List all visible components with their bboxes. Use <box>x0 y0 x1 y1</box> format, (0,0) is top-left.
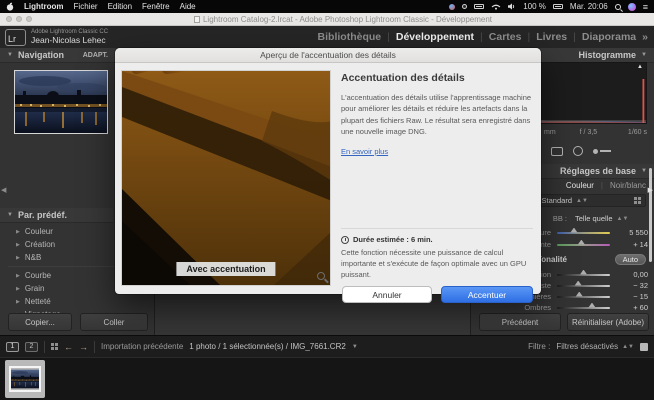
crop-tool-icon[interactable] <box>551 147 563 156</box>
auto-tone-button[interactable]: Auto <box>615 254 646 265</box>
paste-button[interactable]: Coller <box>80 313 148 331</box>
menu-fichier[interactable]: Fichier <box>74 2 98 11</box>
panel-scrollbar[interactable] <box>649 168 652 262</box>
grid-view-icon[interactable] <box>51 343 58 350</box>
menu-app-name[interactable]: Lightroom <box>24 2 64 11</box>
left-panel-collapse-icon[interactable]: ◀ <box>1 186 6 194</box>
identity-plate: Lr Adobe Lightroom Classic CC Jean-Nicol… <box>0 26 654 48</box>
enhance-details-dialog: Aperçu de l'accentuation des détails <box>115 48 541 294</box>
selection-info[interactable]: 1 photo / 1 sélectionnée(s) / IMG_7661.C… <box>189 342 346 351</box>
gpu-note: Cette fonction nécessite une puissance d… <box>341 248 533 281</box>
masking-tool-icon[interactable] <box>593 147 611 155</box>
lightroom-app-window: Lightroom Fichier Edition Fenêtre Aide 1… <box>0 0 654 400</box>
volume-icon[interactable] <box>508 3 516 10</box>
notification-center-icon[interactable]: ≡ <box>643 2 648 12</box>
tab-couleur[interactable]: Couleur <box>566 181 594 190</box>
presets-header[interactable]: ▼ Par. prédéf. <box>0 208 113 223</box>
menu-aide[interactable]: Aide <box>180 2 196 11</box>
status-app-icon[interactable] <box>449 4 455 10</box>
right-panel-collapse-icon[interactable]: ▶ <box>648 186 653 194</box>
selection-dropdown-icon[interactable]: ▼ <box>352 344 358 350</box>
preset-nettete[interactable]: ▶Netteté <box>0 295 154 308</box>
slider-thumb[interactable] <box>588 303 595 308</box>
learn-more-link[interactable]: En savoir plus <box>341 147 388 156</box>
filmstrip-toolbar: 1 2 ← → Importation précédente 1 photo /… <box>0 335 654 357</box>
minimize-window-icon[interactable] <box>16 16 22 22</box>
enhance-preview-image[interactable]: Avec accentuation <box>121 70 331 286</box>
magnifier-icon[interactable] <box>317 272 325 280</box>
reset-button[interactable]: Réinitialiser (Adobe) <box>567 313 649 331</box>
estimated-time: Durée estimée : 6 min. <box>341 235 533 244</box>
tab-noir-blanc[interactable]: Noir/blanc <box>610 181 646 190</box>
go-back-icon[interactable]: ← <box>64 342 73 352</box>
enhance-button[interactable]: Accentuer <box>441 286 533 303</box>
slider-ombres[interactable]: Ombres + 60 <box>471 302 654 313</box>
filter-label: Filtre : <box>528 342 550 351</box>
previous-button[interactable]: Précédent <box>479 313 561 331</box>
slider-thumb[interactable] <box>580 270 587 275</box>
profile-browser-icon[interactable] <box>634 197 641 204</box>
battery-icon-2[interactable] <box>553 4 563 9</box>
go-forward-icon[interactable]: → <box>79 342 88 352</box>
redeye-tool-icon[interactable] <box>573 146 583 156</box>
slider-thumb[interactable] <box>570 228 577 233</box>
navigator-thumbnail[interactable] <box>14 70 108 134</box>
module-cartes[interactable]: Cartes <box>489 31 522 43</box>
zoom-mode-adapt[interactable]: ADAPT. <box>83 52 108 59</box>
close-window-icon[interactable] <box>6 16 12 22</box>
slider-thumb[interactable] <box>575 281 582 286</box>
gold-fan-artwork <box>122 71 331 286</box>
module-overflow-chevron[interactable]: » <box>642 31 648 43</box>
window-title: Lightroom Catalog-2.lrcat - Adobe Photos… <box>32 15 654 24</box>
slider-thumb[interactable] <box>576 292 583 297</box>
module-diaporama[interactable]: Diaporama <box>582 31 636 43</box>
filter-dropdown[interactable]: Filtres désactivés ▲▼ <box>556 342 634 351</box>
collapse-triangle-icon[interactable]: ▼ <box>641 52 647 58</box>
macos-menubar: Lightroom Fichier Edition Fenêtre Aide 1… <box>0 0 654 13</box>
module-livres[interactable]: Livres <box>536 31 567 43</box>
window-titlebar: Lightroom Catalog-2.lrcat - Adobe Photos… <box>0 13 654 26</box>
cancel-button[interactable]: Annuler <box>342 286 432 303</box>
menu-fenetre[interactable]: Fenêtre <box>142 2 170 11</box>
dialog-heading: Accentuation des détails <box>341 72 533 84</box>
highlight-clipping-icon[interactable]: ▲ <box>637 64 643 70</box>
filmstrip-selected-thumbnail[interactable] <box>5 360 45 398</box>
user-name-line: Jean-Nicolas Lehec <box>31 36 108 45</box>
module-picker: Bibliothèque| Développement| Cartes| Liv… <box>318 31 648 43</box>
second-window-button[interactable]: 2 <box>25 342 38 352</box>
main-window-button[interactable]: 1 <box>6 342 19 352</box>
search-icon[interactable] <box>615 4 621 10</box>
filmstrip <box>0 357 654 400</box>
document-icon <box>194 16 200 23</box>
lr-logo: Lr <box>5 29 26 46</box>
clock-icon <box>341 236 349 244</box>
wb-value[interactable]: Telle quelle <box>575 214 613 223</box>
source-label[interactable]: Importation précédente <box>101 342 183 351</box>
status-circle-icon[interactable] <box>462 4 467 9</box>
preview-state-label: Avec accentuation <box>176 262 275 276</box>
module-developpement[interactable]: Développement <box>396 31 474 43</box>
slider-thumb[interactable] <box>578 240 585 245</box>
battery-percent: 100 % <box>523 2 546 11</box>
collapse-triangle-icon[interactable]: ▼ <box>641 168 647 174</box>
wifi-icon[interactable] <box>491 3 501 10</box>
menu-edition[interactable]: Edition <box>108 2 132 11</box>
collapse-triangle-icon[interactable]: ▼ <box>7 212 13 218</box>
module-bibliotheque[interactable]: Bibliothèque <box>318 31 382 43</box>
dialog-title[interactable]: Aperçu de l'accentuation des détails <box>115 48 541 63</box>
siri-icon[interactable] <box>628 3 636 11</box>
collapse-triangle-icon[interactable]: ▼ <box>7 52 13 58</box>
dialog-description: L'accentuation des détails utilise l'app… <box>341 92 533 137</box>
copy-button[interactable]: Copier... <box>8 313 72 331</box>
clock-text[interactable]: Mar. 20:06 <box>570 2 608 11</box>
filter-toggle[interactable] <box>640 343 648 351</box>
apple-icon[interactable] <box>6 2 14 11</box>
battery-icon[interactable] <box>474 4 484 9</box>
window-controls[interactable] <box>6 16 32 22</box>
